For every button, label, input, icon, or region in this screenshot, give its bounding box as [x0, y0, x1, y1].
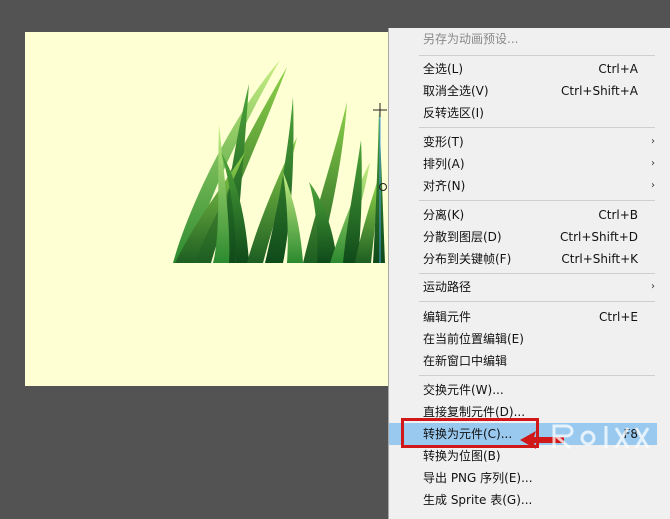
menu-separator — [419, 55, 655, 56]
menu-item-label: 分离(K) — [423, 208, 465, 222]
menu-item-label: 分散到图层(D) — [423, 230, 502, 244]
menu-item-distribute-to-keyframes[interactable]: 分布到关键帧(F) Ctrl+Shift+K — [389, 248, 657, 270]
menu-item-shortcut: Ctrl+B — [598, 208, 638, 222]
menu-item-deselect-all[interactable]: 取消全选(V) Ctrl+Shift+A — [389, 80, 657, 102]
menu-item-label: 在当前位置编辑(E) — [423, 332, 524, 346]
menu-separator — [419, 301, 655, 302]
submenu-arrow-icon: › — [651, 281, 655, 292]
menu-item-label: 转换为位图(B) — [423, 449, 501, 463]
selection-crosshair-icon — [373, 103, 387, 117]
menu-item-arrange[interactable]: 排列(A) › — [389, 153, 657, 175]
menu-item-label: 变形(T) — [423, 135, 464, 149]
grass-illustration[interactable] — [25, 32, 388, 386]
menu-item-label: 生成 Sprite 表(G)... — [423, 493, 533, 507]
menu-separator — [419, 375, 655, 376]
menu-item-label: 运动路径 — [423, 280, 472, 294]
menu-item-label: 另存为动画预设... — [423, 32, 519, 46]
menu-item-generate-sprite-sheet[interactable]: 生成 Sprite 表(G)... — [389, 489, 657, 511]
menu-item-invert-selection[interactable]: 反转选区(I) — [389, 102, 657, 124]
menu-item-shortcut: Ctrl+A — [598, 62, 638, 76]
menu-item-export-png-sequence[interactable]: 导出 PNG 序列(E)... — [389, 467, 657, 489]
menu-item-label: 在新窗口中编辑 — [423, 354, 508, 368]
menu-item-label: 反转选区(I) — [423, 106, 484, 120]
menu-item-edit-in-place[interactable]: 在当前位置编辑(E) — [389, 328, 657, 350]
menu-item-edit-in-new-window[interactable]: 在新窗口中编辑 — [389, 350, 657, 372]
menu-item-save-motion-preset[interactable]: 另存为动画预设... — [389, 28, 657, 50]
menu-item-cut-off — [389, 511, 657, 519]
menu-separator — [419, 200, 655, 201]
menu-item-swap-symbol[interactable]: 交换元件(W)... — [389, 379, 657, 401]
menu-item-label: 分布到关键帧(F) — [423, 252, 512, 266]
submenu-arrow-icon: › — [651, 136, 655, 147]
watermark-logo — [551, 424, 650, 450]
menu-item-transform[interactable]: 变形(T) › — [389, 131, 657, 153]
canvas-stage[interactable] — [25, 32, 388, 386]
menu-item-label: 对齐(N) — [423, 179, 466, 193]
submenu-arrow-icon: › — [651, 180, 655, 191]
menu-item-motion-path[interactable]: 运动路径 › — [389, 276, 657, 298]
menu-item-shortcut: Ctrl+Shift+A — [561, 84, 638, 98]
menu-item-align[interactable]: 对齐(N) › — [389, 175, 657, 197]
menu-item-label: 全选(L) — [423, 62, 464, 76]
menu-item-shortcut: Ctrl+Shift+D — [560, 230, 638, 244]
menu-item-shortcut: Ctrl+E — [599, 310, 638, 324]
menu-item-label: 导出 PNG 序列(E)... — [423, 471, 533, 485]
menu-separator — [419, 127, 655, 128]
menu-item-label: 排列(A) — [423, 157, 465, 171]
menu-item-break-apart[interactable]: 分离(K) Ctrl+B — [389, 204, 657, 226]
menu-item-shortcut: Ctrl+Shift+K — [561, 252, 638, 266]
menu-item-distribute-to-layers[interactable]: 分散到图层(D) Ctrl+Shift+D — [389, 226, 657, 248]
menu-item-edit-symbol[interactable]: 编辑元件 Ctrl+E — [389, 306, 657, 328]
menu-item-label: 取消全选(V) — [423, 84, 489, 98]
menu-item-label: 编辑元件 — [423, 310, 472, 324]
submenu-arrow-icon: › — [651, 158, 655, 169]
menu-separator — [419, 273, 655, 274]
menu-item-select-all[interactable]: 全选(L) Ctrl+A — [389, 58, 657, 80]
menu-item-label: 交换元件(W)... — [423, 383, 504, 397]
